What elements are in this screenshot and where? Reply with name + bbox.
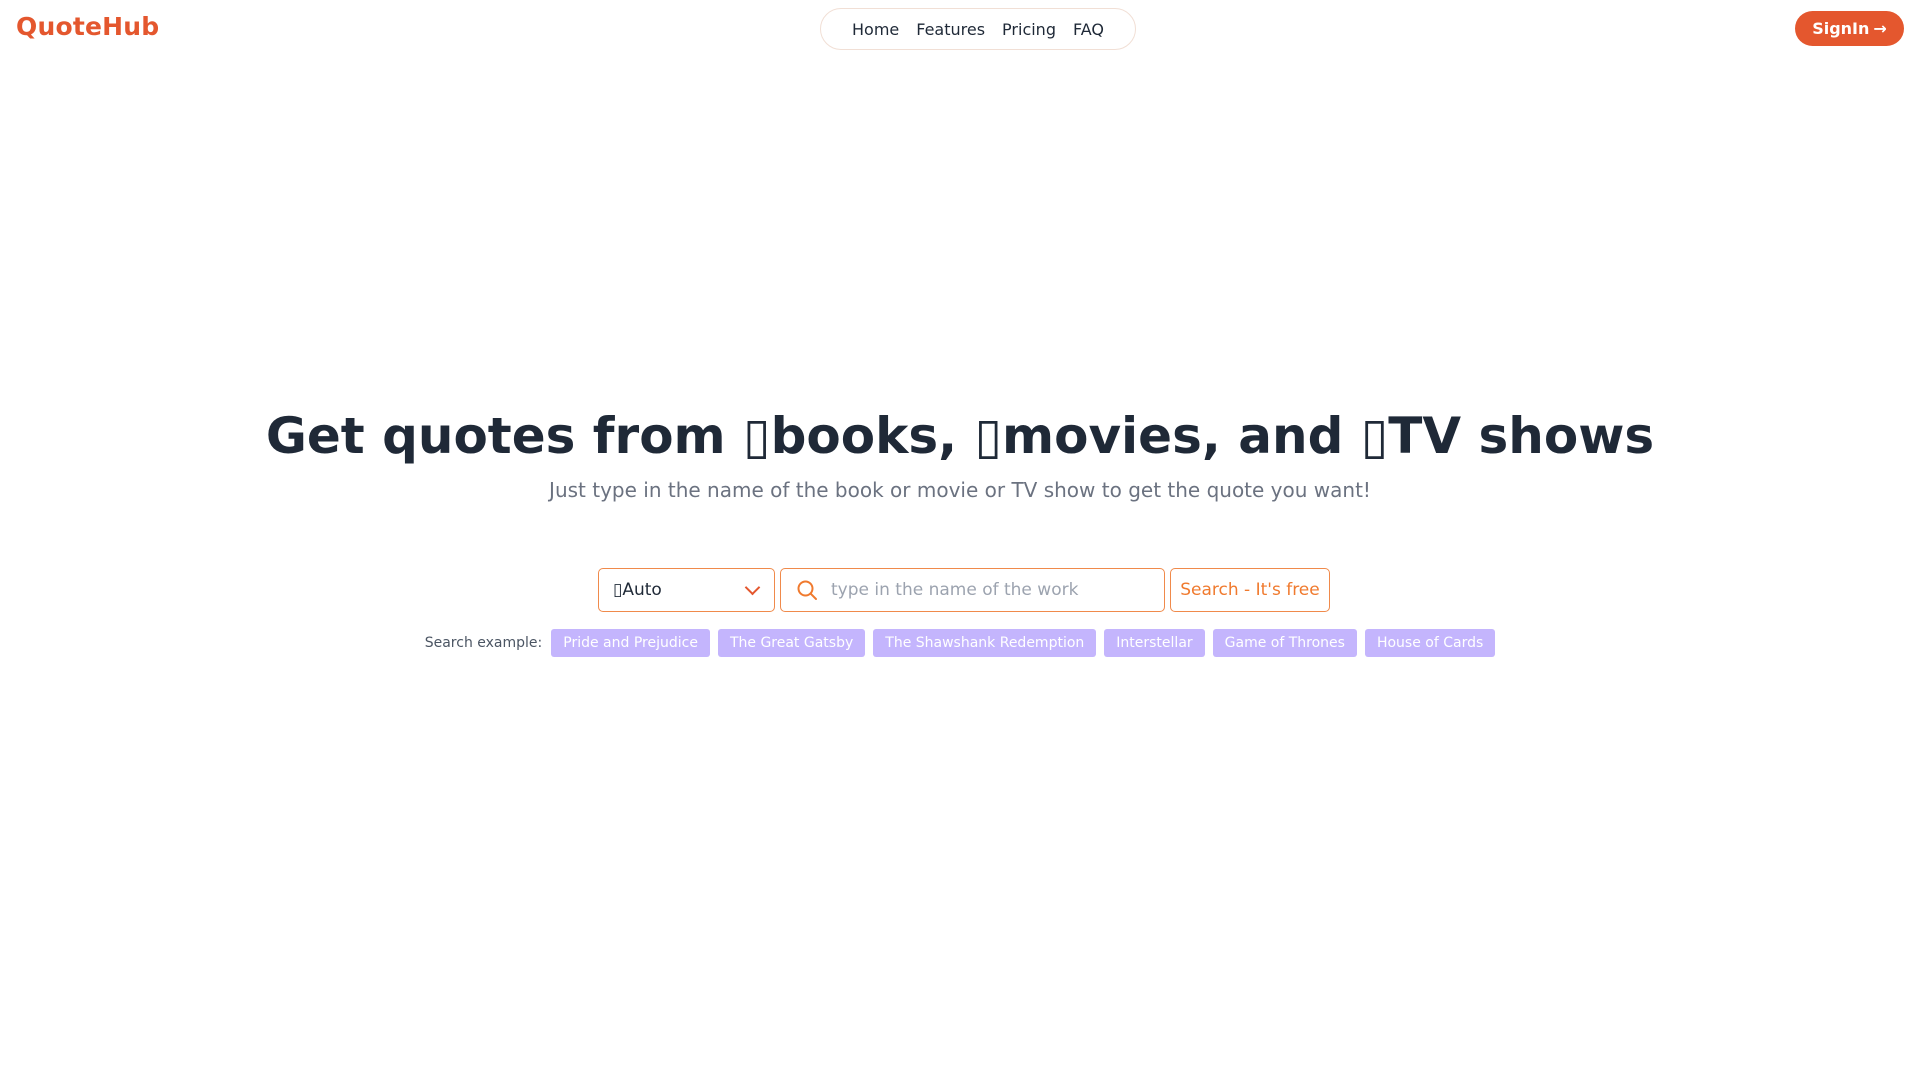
hero-subtitle: Just type in the name of the book or mov…	[549, 478, 1371, 502]
search-examples: Search example: Pride and Prejudice The …	[0, 629, 1920, 657]
nav-home[interactable]: Home	[852, 20, 899, 39]
nav-features[interactable]: Features	[916, 20, 985, 39]
main-nav: Home Features Pricing FAQ	[820, 8, 1136, 50]
chevron-down-icon	[744, 579, 761, 595]
example-chip-interstellar[interactable]: Interstellar	[1104, 629, 1205, 657]
search-button[interactable]: Search - It's free	[1170, 568, 1330, 612]
example-chip-the-shawshank-redemption[interactable]: The Shawshank Redemption	[873, 629, 1097, 657]
arrow-right-icon: →	[1873, 19, 1887, 38]
search-icon	[797, 580, 817, 600]
signin-label: SignIn	[1812, 19, 1870, 38]
examples-label: Search example:	[424, 635, 543, 651]
example-chip-the-great-gatsby[interactable]: The Great Gatsby	[717, 629, 866, 657]
example-chip-game-of-thrones[interactable]: Game of Thrones	[1212, 629, 1357, 657]
search-bar: ▯Auto Search - It's free	[598, 568, 1330, 612]
example-chip-pride-and-prejudice[interactable]: Pride and Prejudice	[551, 629, 710, 657]
nav-pricing[interactable]: Pricing	[1002, 20, 1056, 39]
signin-button[interactable]: SignIn →	[1795, 11, 1904, 46]
example-chip-house-of-cards[interactable]: House of Cards	[1364, 629, 1496, 657]
media-type-value: ▯Auto	[613, 580, 662, 600]
nav-faq[interactable]: FAQ	[1073, 20, 1104, 39]
search-input[interactable]	[829, 579, 1149, 601]
media-type-select[interactable]: ▯Auto	[598, 568, 775, 612]
brand-logo[interactable]: QuoteHub	[16, 12, 159, 41]
site-header: QuoteHub Home Features Pricing FAQ SignI…	[0, 0, 1920, 58]
hero-title: Get quotes from ▯books, ▯movies, and ▯TV…	[265, 407, 1655, 465]
search-field[interactable]	[780, 568, 1165, 612]
